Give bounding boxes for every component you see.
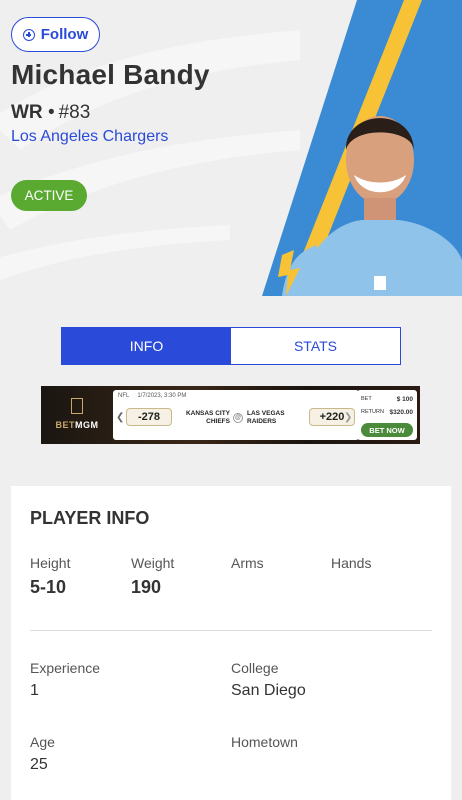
profile-tabs: INFO STATS	[61, 327, 401, 365]
hands-stat: Hands	[331, 555, 372, 571]
chevron-right-icon[interactable]: ❯	[344, 412, 352, 423]
follow-label: Follow	[40, 26, 89, 43]
away-odds-button[interactable]: -278	[126, 408, 172, 426]
home-team: LAS VEGAS RAIDERS	[247, 410, 285, 425]
player-info-card: PLAYER INFO Height 5-10 Weight 190 Arms …	[11, 486, 451, 800]
chevron-left-icon[interactable]: ❮	[116, 412, 124, 423]
betting-ad-banner[interactable]: BETMGM NFL 1/7/2023, 3:30 PM ❮ -278 KANSA…	[41, 386, 420, 444]
bet-amount: $ 100	[396, 396, 413, 403]
experience-stat: Experience 1	[30, 660, 101, 699]
lion-icon	[71, 398, 83, 414]
divider	[30, 630, 432, 631]
height-stat: Height 5-10	[30, 555, 71, 597]
hometown-stat: Hometown	[231, 734, 298, 750]
player-hero: Follow Michael Bandy WR • #83 Los Angeles…	[0, 0, 462, 296]
college-stat: College San Diego	[231, 660, 306, 699]
follow-button[interactable]: Follow	[11, 17, 100, 52]
tab-info[interactable]: INFO	[62, 328, 231, 364]
return-amount: $320.00	[389, 409, 414, 416]
team-link[interactable]: Los Angeles Chargers	[11, 128, 168, 146]
position: WR	[11, 102, 43, 123]
jersey-number: #83	[58, 102, 91, 123]
card-title: PLAYER INFO	[30, 508, 150, 528]
bet-now-button[interactable]: BET NOW	[361, 423, 413, 437]
odds-card: NFL 1/7/2023, 3:30 PM ❮ -278 KANSAS CITY …	[113, 390, 359, 440]
player-name: Michael Bandy	[11, 59, 210, 90]
arms-stat: Arms	[231, 555, 264, 571]
age-stat: Age 25	[30, 734, 55, 773]
return-label: RETURN	[361, 409, 384, 415]
game-meta: NFL 1/7/2023, 3:30 PM	[118, 393, 187, 399]
status-badge: ACTIVE	[11, 180, 87, 211]
position-number: WR • #83	[11, 102, 90, 124]
plus-circle-icon	[22, 28, 35, 41]
separator: •	[47, 102, 55, 123]
betmgm-logo: BETMGM	[47, 398, 107, 430]
player-photo	[262, 0, 462, 296]
at-icon: @	[233, 413, 243, 423]
weight-stat: Weight 190	[131, 555, 175, 597]
bet-slip: BET $ 100 RETURN $320.00 BET NOW	[357, 390, 417, 440]
away-team: KANSAS CITY CHIEFS	[185, 410, 230, 425]
bet-label: BET	[361, 396, 372, 402]
tab-stats[interactable]: STATS	[231, 328, 400, 364]
